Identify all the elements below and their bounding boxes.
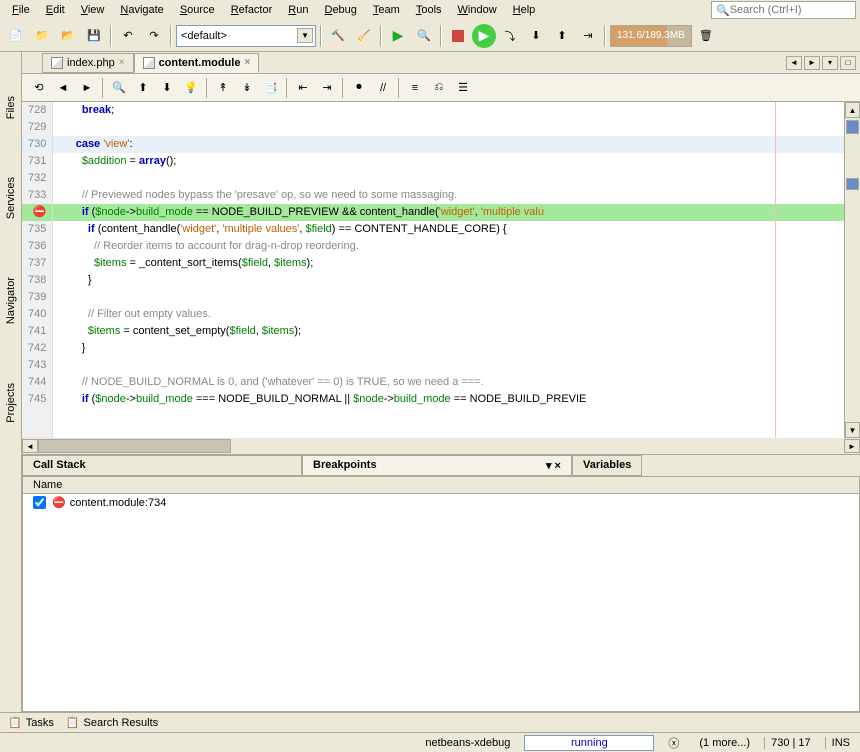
name-column-header: Name bbox=[33, 479, 62, 491]
menu-help[interactable]: Help bbox=[505, 2, 544, 18]
comment-button[interactable]: // bbox=[372, 77, 394, 99]
tab-content-module[interactable]: content.module× bbox=[134, 53, 260, 73]
bottom-tab-search-results[interactable]: 📋Search Results bbox=[66, 716, 158, 729]
bottom-tab-tasks[interactable]: 📋Tasks bbox=[8, 716, 54, 729]
tab-list[interactable]: ▾ bbox=[822, 56, 838, 70]
config-combo[interactable]: <default> bbox=[176, 25, 316, 47]
menu-view[interactable]: View bbox=[73, 2, 113, 18]
panel-tab-variables[interactable]: Variables bbox=[572, 455, 642, 476]
editor-toolbar: ⟲ ◄ ► 🔍 ⬆ ⬇ 💡 ↟ ↡ 📑 ⇤ ⇥ ⏺ // ≡ ⎌ ☰ bbox=[22, 74, 860, 102]
new-project-button[interactable]: 📁 bbox=[30, 24, 54, 48]
debug-panels: Call StackBreakpoints ▾ ×Variables Name … bbox=[22, 454, 860, 712]
menu-run[interactable]: Run bbox=[280, 2, 316, 18]
breakpoints-header: Name bbox=[23, 477, 859, 494]
continue-button[interactable]: ▶ bbox=[472, 24, 496, 48]
close-icon[interactable]: × bbox=[244, 57, 250, 68]
gc-button[interactable]: 🗑 bbox=[694, 24, 718, 48]
menubar: FileEditViewNavigateSourceRefactorRunDeb… bbox=[0, 0, 860, 20]
menu-window[interactable]: Window bbox=[450, 2, 505, 18]
run-to-cursor-button[interactable]: ⇥ bbox=[576, 24, 600, 48]
shift-right-button[interactable]: ⇥ bbox=[316, 77, 338, 99]
menu-edit[interactable]: Edit bbox=[38, 2, 73, 18]
step-out-button[interactable]: ⬆ bbox=[550, 24, 574, 48]
menu-source[interactable]: Source bbox=[172, 2, 223, 18]
find-selection-button[interactable]: 🔍 bbox=[108, 77, 130, 99]
shift-left-button[interactable]: ⇤ bbox=[292, 77, 314, 99]
side-tab-projects[interactable]: Projects bbox=[3, 379, 19, 427]
find-next-button[interactable]: ⬇ bbox=[156, 77, 178, 99]
breakpoint-checkbox[interactable] bbox=[33, 496, 46, 509]
menu-team[interactable]: Team bbox=[365, 2, 408, 18]
next-bookmark-button[interactable]: ↡ bbox=[236, 77, 258, 99]
format-button[interactable]: ⎌ bbox=[428, 77, 450, 99]
open-button[interactable]: 📂 bbox=[56, 24, 80, 48]
step-over-button[interactable]: ⤵ bbox=[498, 24, 522, 48]
menu-navigate[interactable]: Navigate bbox=[112, 2, 171, 18]
menu-tools[interactable]: Tools bbox=[408, 2, 450, 18]
redo-button[interactable]: ↷ bbox=[142, 24, 166, 48]
main-toolbar: 📄 📁 📂 💾 ↶ ↷ <default> 🔨 🧹 ▶ 🔍 ▶ ⤵ ⬇ ⬆ ⇥ … bbox=[0, 20, 860, 52]
tab-maximize[interactable]: □ bbox=[840, 56, 856, 70]
debug-session-label: netbeans-xdebug bbox=[419, 737, 516, 749]
quick-search[interactable]: 🔍 bbox=[711, 1, 856, 19]
toggle-highlight-button[interactable]: 💡 bbox=[180, 77, 202, 99]
panel-tab-call-stack[interactable]: Call Stack bbox=[22, 455, 302, 476]
horizontal-scrollbar[interactable]: ◄ ► bbox=[22, 438, 860, 454]
close-hint[interactable]: ⓧ bbox=[662, 735, 685, 751]
prev-bookmark-button[interactable]: ↟ bbox=[212, 77, 234, 99]
side-tab-navigator[interactable]: Navigator bbox=[3, 273, 19, 328]
back-button[interactable]: ◄ bbox=[52, 77, 74, 99]
run-button[interactable]: ▶ bbox=[386, 24, 410, 48]
menu-debug[interactable]: Debug bbox=[316, 2, 364, 18]
toggle-bookmark-button[interactable]: 📑 bbox=[260, 77, 282, 99]
tab-scroll-left[interactable]: ◄ bbox=[786, 56, 802, 70]
code-editor[interactable]: 728729730731732733⛔735736737738739740741… bbox=[22, 102, 844, 438]
editor-tabs: index.php×content.module× ◄ ► ▾ □ bbox=[22, 52, 860, 74]
panel-tab-breakpoints[interactable]: Breakpoints ▾ × bbox=[302, 455, 572, 476]
build-button[interactable]: 🔨 bbox=[326, 24, 350, 48]
debug-button[interactable]: 🔍 bbox=[412, 24, 436, 48]
tab-scroll-right[interactable]: ► bbox=[804, 56, 820, 70]
macro-record-button[interactable]: ⏺ bbox=[348, 77, 370, 99]
save-all-button[interactable]: 💾 bbox=[82, 24, 106, 48]
undo-button[interactable]: ↶ bbox=[116, 24, 140, 48]
output-tabs: 📋Tasks 📋Search Results bbox=[0, 712, 860, 732]
menu-refactor[interactable]: Refactor bbox=[223, 2, 281, 18]
forward-button[interactable]: ► bbox=[76, 77, 98, 99]
stop-button[interactable] bbox=[446, 24, 470, 48]
menu-file[interactable]: File bbox=[4, 2, 38, 18]
cursor-position: 730 | 17 bbox=[764, 737, 817, 749]
left-sidebar: Files Services Navigator Projects bbox=[0, 52, 22, 712]
statusbar: netbeans-xdebug running ⓧ (1 more...) 73… bbox=[0, 732, 860, 752]
clean-button[interactable]: 🧹 bbox=[352, 24, 376, 48]
vertical-scrollbar[interactable]: ▲ ▼ bbox=[844, 102, 860, 438]
line-gutter[interactable]: 728729730731732733⛔735736737738739740741… bbox=[22, 102, 53, 438]
show-members-button[interactable]: ☰ bbox=[452, 77, 474, 99]
close-icon[interactable]: × bbox=[119, 57, 125, 68]
uncomment-button[interactable]: ≡ bbox=[404, 77, 426, 99]
memory-indicator[interactable]: 131.6/189.3MB bbox=[610, 25, 692, 47]
new-file-button[interactable]: 📄 bbox=[4, 24, 28, 48]
side-tab-files[interactable]: Files bbox=[3, 92, 19, 123]
find-prev-button[interactable]: ⬆ bbox=[132, 77, 154, 99]
step-into-button[interactable]: ⬇ bbox=[524, 24, 548, 48]
more-sessions[interactable]: (1 more...) bbox=[693, 737, 756, 749]
side-tab-services[interactable]: Services bbox=[3, 173, 19, 223]
breakpoint-row[interactable]: ⛔content.module:734 bbox=[23, 494, 859, 511]
last-edit-button[interactable]: ⟲ bbox=[28, 77, 50, 99]
debug-state[interactable]: running bbox=[524, 735, 654, 751]
insert-mode[interactable]: INS bbox=[825, 737, 856, 749]
tab-index-php[interactable]: index.php× bbox=[42, 53, 134, 73]
